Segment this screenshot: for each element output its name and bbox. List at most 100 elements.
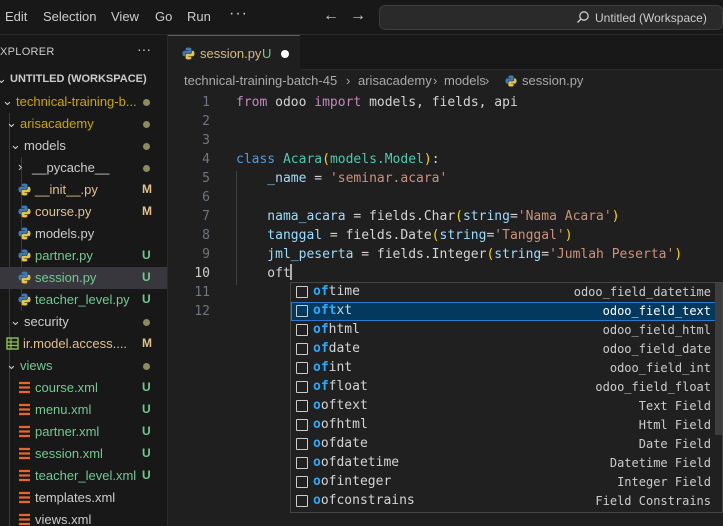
explorer-item-label: technical-training-b... [16, 94, 137, 109]
suggestion-item[interactable]: oofinteger Integer Field [291, 473, 722, 492]
snippet-icon [296, 381, 308, 393]
xml-file-icon [19, 513, 30, 526]
explorer-item[interactable]: ⌄ models [0, 135, 167, 157]
chevron-right-icon: › [346, 73, 351, 88]
explorer-item[interactable]: ⌄UNTITLED (WORKSPACE) [0, 69, 167, 91]
text-cursor [290, 264, 292, 280]
suggestion-label: ofdate [313, 341, 360, 356]
suggestion-item[interactable]: ofint odoo_field_int [291, 359, 722, 378]
explorer-item[interactable]: teacher_level.py U [0, 289, 167, 311]
suggestion-label: oofdatetime [313, 455, 399, 470]
forward-arrow-icon[interactable]: → [350, 7, 366, 25]
suggestions-scrollbar[interactable] [715, 283, 722, 435]
suggestion-item[interactable]: ofhtml odoo_field_html [291, 321, 722, 340]
menu-selection[interactable]: Selection [43, 9, 96, 24]
command-center-search[interactable]: Untitled (Workspace) [379, 5, 723, 30]
suggestion-label: oofinteger [313, 474, 391, 489]
menu-edit[interactable]: Edit [5, 9, 27, 24]
suggestion-item[interactable]: oftime odoo_field_datetime [291, 283, 722, 302]
menu-more-button[interactable]: ··· [229, 5, 248, 23]
suggestion-item[interactable]: oftxt odoo_field_text [291, 302, 722, 321]
explorer-item-label: arisacademy [20, 116, 94, 131]
code-line-8: tanggal = fields.Date(string='Tanggal') [236, 228, 573, 243]
python-file-icon [18, 249, 31, 262]
xml-file-icon [19, 403, 30, 416]
explorer-item-label: teacher_level.py [35, 292, 130, 307]
explorer-item[interactable]: views.xml [0, 509, 167, 526]
explorer-item[interactable]: session.xml U [0, 443, 167, 465]
explorer-item[interactable]: menu.xml U [0, 399, 167, 421]
explorer-item-label: views [20, 358, 53, 373]
suggestion-item[interactable]: offloat odoo_field_float [291, 378, 722, 397]
explorer-item[interactable]: teacher_level.xml U [0, 465, 167, 487]
chevron-right-icon[interactable]: › [18, 159, 22, 174]
explorer-item-label: partner.py [35, 248, 93, 263]
chevron-down-icon[interactable]: ⌄ [6, 115, 17, 131]
chevron-down-icon[interactable]: ⌄ [10, 313, 21, 329]
suggestion-detail: Text Field [638, 399, 711, 413]
chevron-down-icon[interactable]: ⌄ [0, 71, 7, 87]
suggestion-rest: date [328, 341, 360, 356]
breadcrumb-item[interactable]: session.py [522, 73, 583, 88]
chevron-down-icon[interactable]: ⌄ [6, 357, 17, 373]
menu-view[interactable]: View [111, 9, 139, 24]
explorer-item-label: UNTITLED (WORKSPACE) [10, 73, 147, 85]
explorer-item[interactable]: course.py M [0, 201, 167, 223]
suggestion-detail: Integer Field [617, 475, 711, 489]
suggestion-item[interactable]: oofhtml Html Field [291, 416, 722, 435]
explorer-item-label: views.xml [35, 512, 92, 526]
explorer-item[interactable]: course.xml U [0, 377, 167, 399]
explorer-item-label: models [24, 138, 66, 153]
menu-go[interactable]: Go [155, 9, 172, 24]
explorer-more-button[interactable]: ··· [137, 41, 151, 57]
explorer-item[interactable]: › __pycache__ [0, 157, 167, 179]
xml-file-icon [19, 381, 30, 394]
search-label: Untitled (Workspace) [595, 11, 707, 25]
python-file-icon [18, 227, 31, 240]
suggestion-rest: html [328, 322, 360, 337]
suggestion-item[interactable]: ooftext Text Field [291, 397, 722, 416]
explorer-item[interactable]: models.py [0, 223, 167, 245]
suggestion-rest: int [328, 360, 353, 375]
tab-git-status: U [262, 46, 272, 61]
autocomplete-suggestions[interactable]: oftime odoo_field_datetime oftxt odoo_field… [290, 282, 723, 513]
explorer-item[interactable]: partner.py U [0, 245, 167, 267]
explorer-item[interactable]: __init__.py M [0, 179, 167, 201]
explorer-item[interactable]: partner.xml U [0, 421, 167, 443]
git-change-dot-icon [143, 363, 150, 370]
explorer-item[interactable]: ⌄ views [0, 355, 167, 377]
menu-run[interactable]: Run [187, 9, 211, 24]
explorer-item[interactable]: ⌄ technical-training-b... [0, 91, 167, 113]
explorer-item[interactable]: ir.model.access.... M [0, 333, 167, 355]
breadcrumb-item[interactable]: models [444, 73, 486, 88]
explorer-item[interactable]: ⌄ arisacademy [0, 113, 167, 135]
suggestion-detail: Field Constrains [595, 494, 711, 508]
line-number: 8 [202, 228, 210, 243]
git-change-dot-icon [143, 121, 150, 128]
chevron-down-icon[interactable]: ⌄ [2, 93, 13, 109]
back-arrow-icon[interactable]: ← [323, 7, 339, 25]
chevron-right-icon: › [433, 73, 438, 88]
chevron-down-icon[interactable]: ⌄ [10, 137, 21, 153]
suggestion-item[interactable]: oofdatetime Datetime Field [291, 454, 722, 473]
unsaved-dot-icon[interactable] [281, 50, 289, 58]
line-number: 6 [202, 190, 210, 205]
suggestion-label: oofconstrains [313, 493, 415, 508]
git-status-badge: U [142, 292, 151, 306]
breadcrumb-item[interactable]: arisacademy [358, 73, 432, 88]
explorer-item-label: ir.model.access.... [23, 336, 128, 351]
tab-session-py[interactable]: session.py U [168, 35, 300, 70]
git-status-badge: M [142, 336, 152, 350]
suggestion-match: o [313, 398, 321, 413]
suggestion-item[interactable]: ofdate odoo_field_date [291, 340, 722, 359]
suggestion-item[interactable]: oofconstrains Field Constrains [291, 492, 722, 511]
suggestion-rest: xt [336, 303, 353, 318]
explorer-item[interactable]: session.py U [0, 267, 167, 289]
suggestion-item[interactable]: oofdate Date Field [291, 435, 722, 454]
breadcrumb-item[interactable]: technical-training-batch-45 [184, 73, 337, 88]
snippet-icon [296, 286, 308, 298]
snippet-icon [296, 419, 308, 431]
explorer-item[interactable]: templates.xml [0, 487, 167, 509]
suggestion-match: oft [313, 303, 337, 318]
explorer-item[interactable]: ⌄ security [0, 311, 167, 333]
